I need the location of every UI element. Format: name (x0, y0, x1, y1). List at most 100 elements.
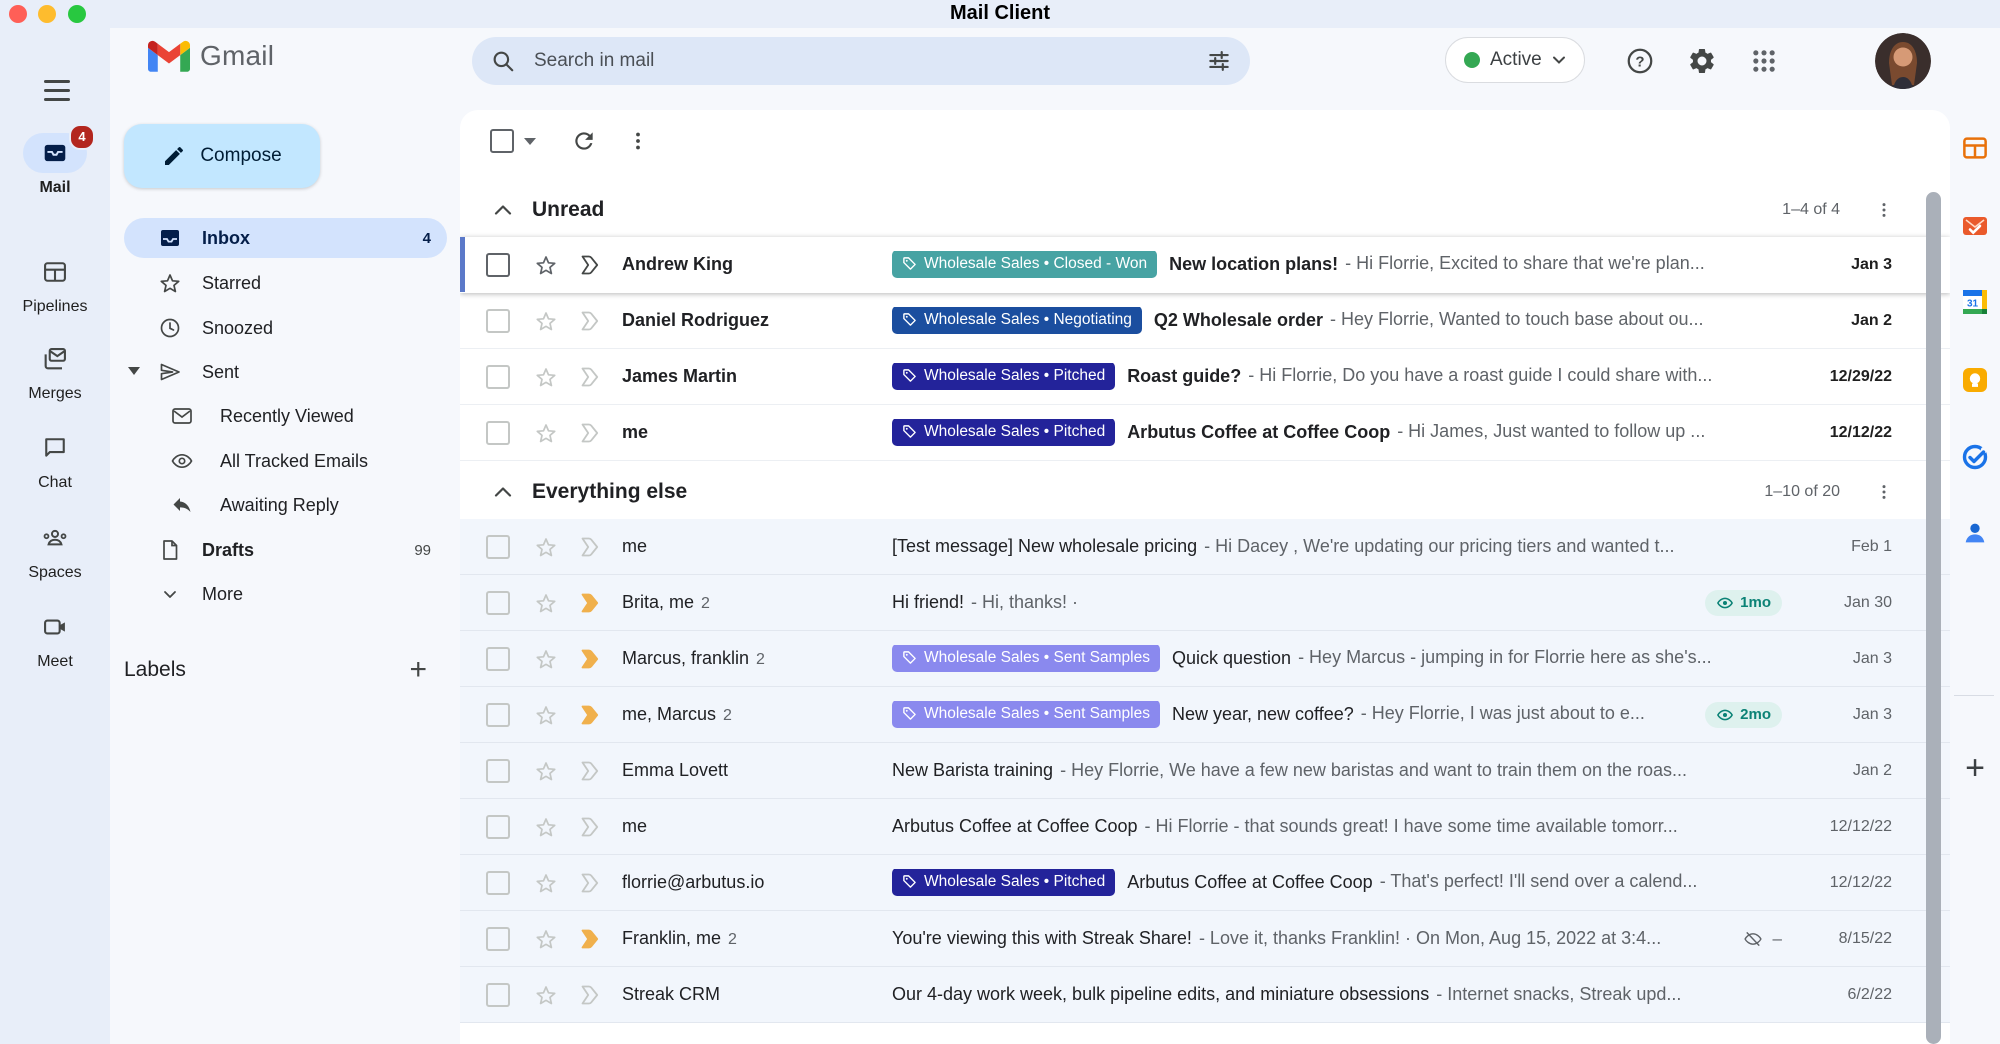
pipeline-stage-label[interactable]: Wholesale Sales • Pitched (892, 419, 1115, 446)
sidebar-item-all-tracked-emails[interactable]: All Tracked Emails (124, 441, 447, 481)
sidebar-item-inbox[interactable]: Inbox 4 (124, 218, 447, 258)
star-icon[interactable] (534, 815, 558, 839)
search-input[interactable] (532, 49, 1206, 73)
star-icon[interactable] (534, 365, 558, 389)
email-row[interactable]: Brita, me2 Hi friend!- Hi, thanks! · 1mo… (460, 575, 1950, 631)
streak-box-icon[interactable] (578, 253, 602, 277)
star-icon[interactable] (534, 647, 558, 671)
collapse-section-icon[interactable] (494, 486, 512, 498)
row-checkbox[interactable] (486, 421, 510, 445)
email-row[interactable]: Daniel Rodriguez Wholesale Sales • Negot… (460, 293, 1950, 349)
streak-box-icon[interactable] (578, 871, 602, 895)
row-checkbox[interactable] (486, 253, 510, 277)
availability-status-dropdown[interactable]: Active (1445, 37, 1585, 83)
sidebar-item-more[interactable]: More (124, 574, 447, 614)
pipeline-stage-label[interactable]: Wholesale Sales • Closed - Won (892, 251, 1157, 278)
row-checkbox[interactable] (486, 309, 510, 333)
row-checkbox[interactable] (486, 871, 510, 895)
rail-item-spaces[interactable]: Spaces (0, 518, 110, 582)
row-checkbox[interactable] (486, 365, 510, 389)
streak-box-icon[interactable] (578, 365, 602, 389)
streak-box-icon[interactable] (578, 647, 602, 671)
gmail-brand[interactable]: Gmail (148, 40, 274, 72)
pipeline-stage-label[interactable]: Wholesale Sales • Negotiating (892, 307, 1142, 334)
star-icon[interactable] (534, 591, 558, 615)
row-checkbox[interactable] (486, 983, 510, 1007)
row-checkbox[interactable] (486, 927, 510, 951)
settings-gear-icon[interactable] (1685, 44, 1719, 78)
google-keep-icon[interactable] (1957, 362, 1993, 398)
streak-box-icon[interactable] (578, 535, 602, 559)
section-menu-icon[interactable] (1874, 482, 1894, 502)
row-checkbox[interactable] (486, 647, 510, 671)
refresh-icon[interactable] (564, 121, 604, 161)
select-dropdown-icon[interactable] (524, 138, 536, 145)
star-icon[interactable] (534, 703, 558, 727)
google-contacts-icon[interactable] (1957, 515, 1993, 551)
row-checkbox[interactable] (486, 815, 510, 839)
streak-box-icon[interactable] (578, 591, 602, 615)
section-menu-icon[interactable] (1874, 200, 1894, 220)
rail-item-chat[interactable]: Chat (0, 428, 110, 492)
google-calendar-icon[interactable]: 31 (1957, 284, 1993, 320)
email-row[interactable]: Marcus, franklin2 Wholesale Sales • Sent… (460, 631, 1950, 687)
rail-item-meet[interactable]: Meet (0, 607, 110, 671)
streak-box-icon[interactable] (578, 703, 602, 727)
streak-box-icon[interactable] (578, 309, 602, 333)
star-icon[interactable] (534, 253, 558, 277)
email-row[interactable]: me, Marcus2 Wholesale Sales • Sent Sampl… (460, 687, 1950, 743)
sidebar-item-drafts[interactable]: Drafts 99 (124, 530, 447, 570)
email-row[interactable]: Emma Lovett New Barista training- Hey Fl… (460, 743, 1950, 799)
streak-pipelines-icon[interactable] (1957, 130, 1993, 166)
email-row[interactable]: Franklin, me2 You're viewing this with S… (460, 911, 1950, 967)
pipeline-stage-label[interactable]: Wholesale Sales • Sent Samples (892, 701, 1160, 728)
rail-item-pipelines[interactable]: Pipelines (0, 252, 110, 316)
row-checkbox[interactable] (486, 703, 510, 727)
rail-item-merges[interactable]: Merges (0, 339, 110, 403)
pipeline-stage-label[interactable]: Wholesale Sales • Sent Samples (892, 645, 1160, 672)
create-label-button[interactable]: + (409, 655, 427, 685)
streak-box-icon[interactable] (578, 815, 602, 839)
streak-box-icon[interactable] (578, 927, 602, 951)
list-scrollbar[interactable] (1926, 192, 1941, 1044)
email-row[interactable]: me Wholesale Sales • PitchedArbutus Coff… (460, 405, 1950, 461)
search-icon[interactable] (490, 48, 516, 74)
sidebar-item-starred[interactable]: Starred (124, 263, 447, 303)
compose-button[interactable]: Compose (124, 124, 320, 188)
select-all-checkbox[interactable] (490, 129, 514, 153)
help-icon[interactable]: ? (1623, 44, 1657, 78)
streak-box-icon[interactable] (578, 759, 602, 783)
pipeline-stage-label[interactable]: Wholesale Sales • Pitched (892, 363, 1115, 390)
star-icon[interactable] (534, 535, 558, 559)
star-icon[interactable] (534, 871, 558, 895)
email-row[interactable]: James Martin Wholesale Sales • PitchedRo… (460, 349, 1950, 405)
star-icon[interactable] (534, 983, 558, 1007)
sidebar-item-snoozed[interactable]: Snoozed (124, 308, 447, 348)
email-row[interactable]: Streak CRM Our 4-day work week, bulk pip… (460, 967, 1950, 1023)
main-menu-icon[interactable] (42, 74, 72, 104)
more-options-icon[interactable] (618, 121, 658, 161)
collapse-section-icon[interactable] (494, 204, 512, 216)
email-row[interactable]: florrie@arbutus.io Wholesale Sales • Pit… (460, 855, 1950, 911)
collapse-caret-icon[interactable] (128, 367, 140, 375)
sidebar-item-awaiting-reply[interactable]: Awaiting Reply (124, 485, 447, 525)
email-row[interactable]: me Arbutus Coffee at Coffee Coop- Hi Flo… (460, 799, 1950, 855)
star-icon[interactable] (534, 421, 558, 445)
row-checkbox[interactable] (486, 759, 510, 783)
google-tasks-icon[interactable] (1957, 439, 1993, 475)
streak-box-icon[interactable] (578, 983, 602, 1007)
pipeline-stage-label[interactable]: Wholesale Sales • Pitched (892, 869, 1115, 896)
sidebar-item-sent[interactable]: Sent (124, 352, 447, 392)
star-icon[interactable] (534, 759, 558, 783)
star-icon[interactable] (534, 309, 558, 333)
google-apps-grid-icon[interactable] (1747, 44, 1781, 78)
star-icon[interactable] (534, 927, 558, 951)
search-options-icon[interactable] (1206, 48, 1232, 74)
sidebar-item-recently-viewed[interactable]: Recently Viewed (124, 396, 447, 436)
email-row[interactable]: Andrew King Wholesale Sales • Closed - W… (460, 237, 1950, 293)
email-row[interactable]: me [Test message] New wholesale pricing-… (460, 519, 1950, 575)
streak-email-tracking-icon[interactable] (1957, 208, 1993, 244)
search-bar[interactable] (472, 37, 1250, 85)
row-checkbox[interactable] (486, 591, 510, 615)
rail-item-mail[interactable]: 4 Mail (0, 133, 110, 197)
